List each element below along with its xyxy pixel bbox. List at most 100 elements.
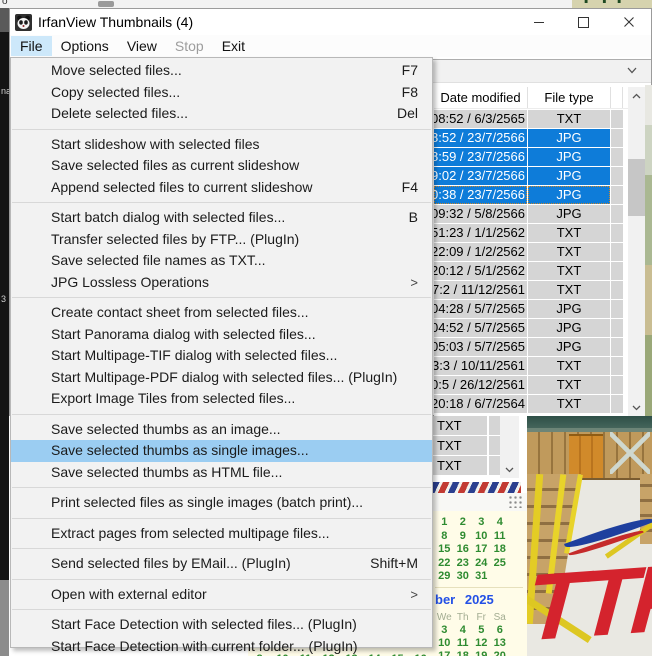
scrollbar-thumb[interactable] bbox=[628, 159, 645, 216]
menu-item[interactable]: Start slideshow with selected files bbox=[11, 134, 432, 156]
scroll-up-arrow-icon[interactable] bbox=[628, 87, 645, 104]
menubar-item-file[interactable]: File bbox=[11, 36, 52, 56]
menu-separator bbox=[12, 414, 431, 415]
calendar-day: 31 bbox=[472, 570, 491, 584]
menu-item[interactable]: Open with external editor> bbox=[11, 584, 432, 606]
cell-extra bbox=[611, 319, 623, 337]
menu-item[interactable]: Extract pages from selected multipage fi… bbox=[11, 523, 432, 545]
menu-item[interactable]: Start Face Detection with current folder… bbox=[11, 636, 432, 657]
cell-file-type: JPG bbox=[528, 300, 610, 318]
sliver-text-fragment: 3 bbox=[1, 294, 6, 304]
cell-extra bbox=[611, 186, 623, 204]
calendar-week-row: 22232425 bbox=[435, 555, 530, 569]
table-row[interactable]: 23/7/2566 / 08:59:...JPG bbox=[434, 147, 645, 166]
menu-item[interactable]: Start Multipage-PDF dialog with selected… bbox=[11, 367, 432, 389]
table-row[interactable]: 23/7/2566 / 09:02:...JPG bbox=[434, 166, 645, 185]
table-row[interactable]: 23/7/2566 / 10:38:...JPG bbox=[434, 185, 645, 204]
menu-item-label: Save selected thumbs as single images... bbox=[51, 440, 309, 462]
menubar-item-exit[interactable]: Exit bbox=[213, 36, 254, 56]
table-row[interactable]: 11/12/2561 / 07:2...TXT bbox=[434, 280, 645, 299]
table-row[interactable]: 26/12/2561 / 00:5...TXT bbox=[434, 375, 645, 394]
cell-extra bbox=[611, 110, 623, 128]
menu-item[interactable]: Save selected file names as TXT... bbox=[11, 250, 432, 272]
cell-date-modified: 11/12/2561 / 07:2... bbox=[434, 281, 527, 299]
table-row[interactable]: 1/2/2562 / 22:09:...TXT bbox=[434, 242, 645, 261]
cell-date-modified: 23/7/2566 / 09:02:... bbox=[434, 167, 527, 185]
calendar-day: 18 bbox=[454, 650, 473, 657]
table-row[interactable]: 5/7/2565 / 15:05:03JPG bbox=[434, 337, 645, 356]
menu-item-shortcut: F4 bbox=[390, 177, 418, 199]
menu-item[interactable]: Copy selected files...F8 bbox=[11, 82, 432, 104]
menubar-item-view[interactable]: View bbox=[118, 36, 166, 56]
calendar-month-top: 12348910111516171822232425293031 bbox=[435, 511, 530, 582]
menubar-item-stop[interactable]: Stop bbox=[166, 36, 213, 56]
calendar-month-bottom: 34561011121317181920 bbox=[435, 622, 530, 657]
menu-separator bbox=[12, 609, 431, 610]
menu-item[interactable]: JPG Lossless Operations> bbox=[11, 272, 432, 294]
menu-item[interactable]: Send selected files by EMail... (PlugIn)… bbox=[11, 553, 432, 575]
column-header-extra[interactable] bbox=[611, 87, 623, 108]
cell-date-modified: 5/7/2565 / 15:04:28 bbox=[434, 300, 527, 318]
calendar-week-row: 891011 bbox=[435, 528, 530, 542]
table-row[interactable]: 1/1/2562 / 14:51:23TXT bbox=[434, 223, 645, 242]
mini-cell-extra bbox=[489, 456, 500, 475]
cell-file-type: TXT bbox=[528, 110, 610, 128]
menu-item[interactable]: Append selected files to current slidesh… bbox=[11, 177, 432, 199]
menu-item[interactable]: Save selected files as current slideshow bbox=[11, 155, 432, 177]
scroll-down-arrow-icon[interactable] bbox=[500, 461, 519, 478]
menu-item[interactable]: Start Face Detection with selected files… bbox=[11, 614, 432, 636]
mini-scrollbar[interactable] bbox=[500, 416, 519, 478]
menu-item[interactable]: Start Panorama dialog with selected file… bbox=[11, 324, 432, 346]
cell-extra bbox=[611, 338, 623, 356]
menu-item-label: Save selected file names as TXT... bbox=[51, 250, 266, 272]
table-row[interactable]: 5/7/2565 / 15:04:52JPG bbox=[434, 318, 645, 337]
table-row[interactable]: 23/7/2566 / 08:52:...JPG bbox=[434, 128, 645, 147]
cell-date-modified: 26/12/2561 / 00:5... bbox=[434, 376, 527, 394]
menu-item[interactable]: Move selected files...F7 bbox=[11, 60, 432, 82]
cell-extra bbox=[611, 357, 623, 375]
menu-item[interactable]: Create contact sheet from selected files… bbox=[11, 302, 432, 324]
table-row[interactable]: 5/8/2566 / 09:32:...JPG bbox=[434, 204, 645, 223]
close-button[interactable] bbox=[606, 9, 651, 35]
warehouse-photo: TTP bbox=[527, 416, 652, 656]
cell-date-modified: 6/7/2564 / 20:18:... bbox=[434, 395, 527, 413]
table-row[interactable]: 6/3/2565 / 08:52:...TXT bbox=[434, 109, 645, 128]
calendar-day: 29 bbox=[435, 570, 454, 584]
table-row[interactable]: 10/11/2561 / 13:3...TXT bbox=[434, 356, 645, 375]
top-strip-chip bbox=[98, 1, 114, 7]
striped-border-graphic bbox=[433, 482, 521, 493]
photo-cross-brace bbox=[610, 432, 650, 474]
menu-item[interactable]: Save selected thumbs as single images... bbox=[11, 440, 432, 462]
mini-cell-file-type: TXT bbox=[433, 456, 487, 475]
menu-item[interactable]: Start Multipage-TIF dialog with selected… bbox=[11, 345, 432, 367]
menu-item[interactable]: Delete selected files...Del bbox=[11, 103, 432, 125]
background-logo-text: TTP bbox=[580, 0, 636, 8]
cell-file-type: TXT bbox=[528, 224, 610, 242]
menu-item-label: Start Face Detection with current folder… bbox=[51, 636, 358, 657]
minimize-button[interactable] bbox=[516, 9, 561, 35]
column-header-file-type[interactable]: File type bbox=[528, 87, 611, 108]
file-menu: Move selected files...F7Copy selected fi… bbox=[10, 57, 433, 648]
menu-item[interactable]: Export Image Tiles from selected files..… bbox=[11, 388, 432, 410]
mini-cell-file-type: TXT bbox=[433, 416, 487, 435]
menu-item[interactable]: Save selected thumbs as an image... bbox=[11, 419, 432, 441]
calendar-month-header: ber 2025 bbox=[435, 592, 530, 607]
menu-item[interactable]: Start batch dialog with selected files..… bbox=[11, 207, 432, 229]
menu-item[interactable]: Print selected files as single images (b… bbox=[11, 492, 432, 514]
column-header-date-modified[interactable]: Date modified bbox=[434, 87, 528, 108]
table-row[interactable]: 6/7/2564 / 20:18:...TXT bbox=[434, 394, 645, 413]
menubar-item-options[interactable]: Options bbox=[52, 36, 118, 56]
list-scrollbar[interactable] bbox=[628, 87, 645, 416]
menu-item[interactable]: Transfer selected files by FTP... (PlugI… bbox=[11, 229, 432, 251]
resize-grip[interactable] bbox=[508, 495, 523, 508]
menu-item-label: Create contact sheet from selected files… bbox=[51, 302, 309, 324]
cell-file-type: JPG bbox=[528, 319, 610, 337]
table-row[interactable]: 5/7/2565 / 15:04:28JPG bbox=[434, 299, 645, 318]
menu-item[interactable]: Save selected thumbs as HTML file... bbox=[11, 462, 432, 484]
calendar-day: 30 bbox=[454, 570, 473, 584]
maximize-button[interactable] bbox=[561, 9, 606, 35]
scroll-down-arrow-icon[interactable] bbox=[628, 399, 645, 416]
table-row[interactable]: 5/1/2562 / 20:12:...TXT bbox=[434, 261, 645, 280]
menu-item-label: Transfer selected files by FTP... (PlugI… bbox=[51, 229, 299, 251]
menu-item-label: Start Face Detection with selected files… bbox=[51, 614, 357, 636]
